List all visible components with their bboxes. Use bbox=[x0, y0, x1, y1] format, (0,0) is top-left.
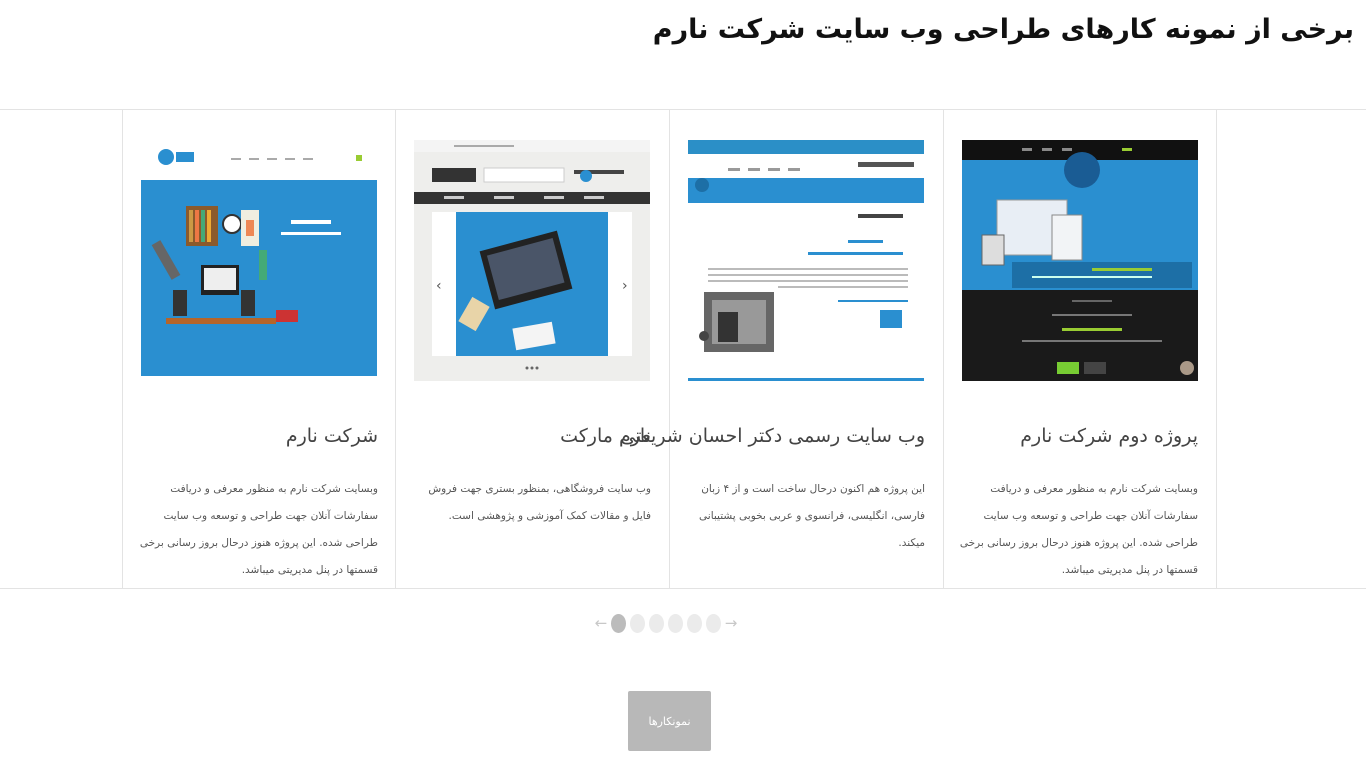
page-dot[interactable] bbox=[649, 613, 664, 633]
card-description: وبسایت شرکت نارم به منظور معرفی و دریافت… bbox=[139, 483, 378, 576]
carousel-pagination: ← → bbox=[593, 612, 739, 634]
project-thumbnail[interactable] bbox=[688, 140, 924, 381]
portfolio-card[interactable]: ‹ › نارم مارکت وب سایت فروشگاهی، بمنظور … bbox=[395, 110, 669, 588]
card-title[interactable]: شرکت نارم bbox=[133, 425, 378, 447]
card-title[interactable]: نارم مارکت bbox=[406, 425, 651, 447]
arrow-right-icon[interactable]: → bbox=[724, 612, 738, 634]
svg-text:‹: ‹ bbox=[436, 278, 442, 294]
svg-text:›: › bbox=[622, 278, 628, 294]
page-dot[interactable] bbox=[687, 613, 702, 633]
project-thumbnail[interactable]: ‹ › bbox=[414, 140, 650, 381]
portfolio-button[interactable]: نمونکارها bbox=[628, 691, 711, 751]
portfolio-carousel: پروژه دوم شرکت نارم وبسایت شرکت نارم به … bbox=[0, 109, 1366, 589]
portfolio-card[interactable]: پروژه دوم شرکت نارم وبسایت شرکت نارم به … bbox=[943, 110, 1217, 588]
page-dot[interactable] bbox=[611, 613, 626, 633]
project-thumbnail[interactable] bbox=[141, 140, 377, 381]
page-dot[interactable] bbox=[630, 613, 645, 633]
page-title: برخی از نمونه کارهای طراحی وب سایت شرکت … bbox=[652, 14, 1355, 45]
card-title[interactable]: وب سایت رسمی دکتر احسان شریعتی bbox=[620, 425, 925, 447]
card-description: وب سایت فروشگاهی، بمنظور بستری جهت فروش … bbox=[428, 483, 651, 522]
project-thumbnail[interactable] bbox=[962, 140, 1198, 381]
portfolio-card[interactable]: وب سایت رسمی دکتر احسان شریعتی این پروژه… bbox=[620, 110, 943, 588]
card-title[interactable]: پروژه دوم شرکت نارم bbox=[954, 425, 1198, 447]
page-dot[interactable] bbox=[706, 613, 721, 633]
arrow-left-icon[interactable]: ← bbox=[594, 612, 608, 634]
card-description: این پروژه هم اکنون درحال ساخت است و از ۴… bbox=[699, 483, 925, 549]
portfolio-card[interactable]: شرکت نارم وبسایت شرکت نارم به منظور معرف… bbox=[122, 110, 396, 588]
page-dot[interactable] bbox=[668, 613, 683, 633]
card-description: وبسایت شرکت نارم به منظور معرفی و دریافت… bbox=[959, 483, 1198, 576]
